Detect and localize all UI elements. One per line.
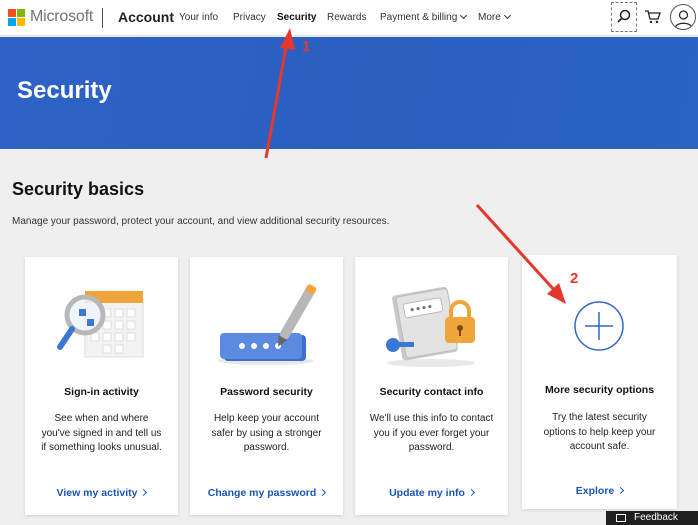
sign-in-activity-illustration-icon	[57, 291, 144, 358]
microsoft-logo-icon[interactable]	[8, 9, 25, 26]
page-banner: Security	[0, 37, 698, 149]
page-title: Security	[17, 77, 112, 104]
feedback-label: Feedback	[634, 512, 678, 523]
card-description: We'll use this info to contact you if yo…	[369, 413, 494, 453]
view-my-activity-link[interactable]: View my activity	[25, 487, 178, 499]
card-description: Help keep your account safer by using a …	[211, 413, 322, 453]
update-my-info-link[interactable]: Update my info	[355, 487, 508, 499]
link-label: Explore	[575, 485, 615, 497]
search-button[interactable]	[611, 2, 637, 32]
nav-payment-billing[interactable]: Payment & billing	[380, 11, 468, 23]
card-title: Sign-in activity	[64, 386, 139, 398]
password-security-illustration-icon	[218, 284, 317, 365]
security-contact-info-illustration-icon	[386, 286, 475, 367]
nav-more-label: More	[478, 12, 501, 23]
card-description: Try the latest security options to help …	[543, 412, 656, 452]
link-label: Change my password	[207, 487, 317, 499]
nav-privacy[interactable]: Privacy	[233, 12, 266, 23]
nav-divider	[102, 8, 103, 28]
feedback-button[interactable]: Feedback	[606, 511, 698, 525]
card-sign-in-activity: Sign-in activity See when and where you'…	[25, 257, 178, 515]
card-title: More security options	[544, 384, 655, 396]
card-title: Security contact info	[379, 386, 484, 398]
card-more-security-options: More security options Try the latest sec…	[522, 255, 677, 509]
nav-your-info[interactable]: Your info	[179, 12, 218, 23]
chevron-right-icon	[319, 488, 327, 497]
explore-link[interactable]: Explore	[522, 485, 677, 497]
chevron-right-icon	[467, 488, 475, 497]
cart-icon	[645, 10, 661, 24]
avatar-icon	[674, 10, 693, 28]
annotation-number-2: 2	[570, 270, 579, 287]
change-my-password-link[interactable]: Change my password	[190, 487, 343, 499]
nav-payment-billing-label: Payment & billing	[380, 12, 458, 23]
top-nav: Microsoft Account Your info Privacy Secu…	[0, 0, 698, 36]
search-icon	[617, 9, 631, 23]
card-title: Password security	[220, 386, 313, 398]
section-title: Security basics	[12, 179, 145, 199]
annotation-number-1: 1	[302, 38, 311, 55]
nav-more[interactable]: More	[478, 11, 511, 23]
nav-rewards[interactable]: Rewards	[327, 12, 366, 23]
account-link[interactable]: Account	[118, 9, 174, 25]
cart-button[interactable]	[640, 2, 666, 32]
brand-name[interactable]: Microsoft	[30, 8, 93, 26]
chevron-down-icon	[460, 11, 468, 20]
chevron-down-icon	[503, 11, 511, 20]
nav-security[interactable]: Security	[277, 12, 316, 23]
chevron-right-icon	[140, 488, 148, 497]
plus-circle-icon	[574, 301, 624, 351]
chevron-right-icon	[617, 486, 625, 495]
card-password-security: Password security Help keep your account…	[190, 257, 343, 515]
card-security-contact-info: Security contact info We'll use this inf…	[355, 257, 508, 515]
card-description: See when and where you've signed in and …	[41, 413, 162, 453]
avatar-button[interactable]	[670, 4, 696, 30]
section-description: Manage your password, protect your accou…	[12, 216, 390, 227]
feedback-icon	[616, 514, 626, 522]
link-label: Update my info	[389, 487, 465, 499]
link-label: View my activity	[56, 487, 138, 499]
